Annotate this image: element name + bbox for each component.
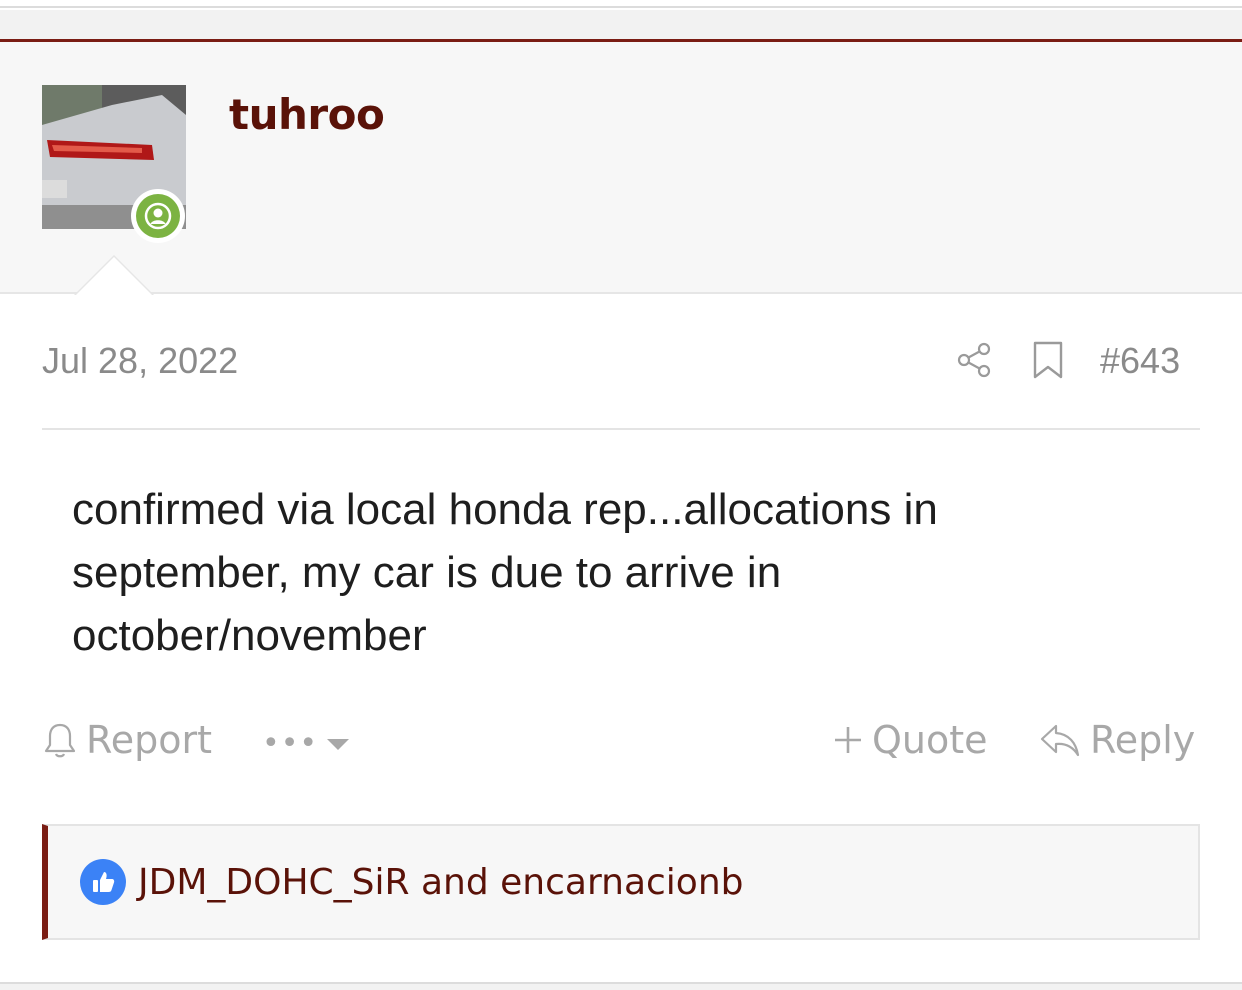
bottom-rule — [0, 982, 1242, 990]
page-gap — [0, 10, 1242, 39]
reply-button[interactable]: Reply — [1038, 718, 1195, 762]
username[interactable]: tuhroo — [229, 90, 385, 139]
reply-label: Reply — [1090, 718, 1196, 762]
report-label: Report — [86, 718, 212, 762]
user-icon — [144, 202, 172, 230]
plus-icon — [835, 727, 861, 753]
reactions-bar[interactable]: JDM_DOHC_SiR and encarnacionb — [42, 824, 1200, 940]
chevron-down-icon — [327, 738, 350, 750]
thumbs-up-icon — [80, 859, 126, 905]
share-icon[interactable] — [955, 340, 995, 380]
bell-icon — [44, 723, 76, 758]
post-body: confirmed via local honda rep...allocati… — [72, 485, 938, 660]
more-options-button[interactable]: ••• — [262, 726, 360, 761]
pointer — [76, 257, 152, 295]
reply-icon — [1040, 724, 1080, 757]
divider — [42, 428, 1200, 430]
quote-button[interactable]: Quote — [832, 718, 988, 762]
post-date[interactable]: Jul 28, 2022 — [42, 340, 238, 382]
post-number-link[interactable]: #643 — [1100, 340, 1180, 382]
user-block: tuhroo — [0, 42, 1242, 295]
reactions-text[interactable]: JDM_DOHC_SiR and encarnacionb — [138, 862, 744, 903]
online-status-badge — [131, 189, 185, 243]
top-strip — [0, 0, 1242, 8]
quote-label: Quote — [872, 718, 988, 762]
report-button[interactable]: Report — [42, 718, 212, 762]
more-label: ••• — [262, 726, 319, 761]
bookmark-icon[interactable] — [1030, 340, 1066, 380]
